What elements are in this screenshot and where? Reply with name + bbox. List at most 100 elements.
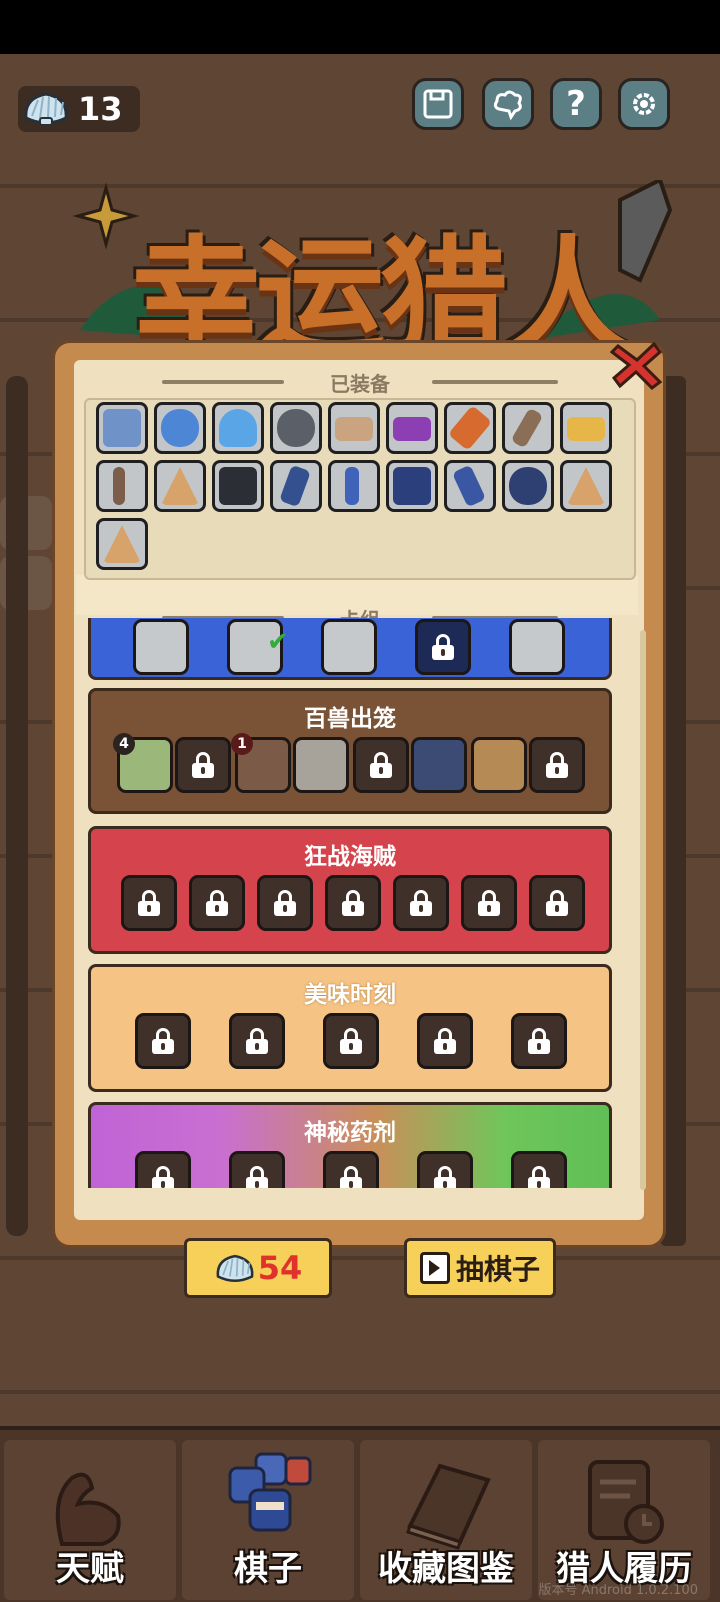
equipped-item[interactable] [154,460,206,512]
equipped-item[interactable] [386,460,438,512]
lock-icon [546,890,568,916]
locked-slot [135,1151,191,1188]
version-watermark: 版本号 Android 1.0.2.100 [538,1583,698,1598]
currency-display: 13 [18,86,140,132]
locked-slot [529,875,585,931]
book-spine [6,376,28,1236]
clipboard-clock-icon [588,1460,664,1544]
nav-history[interactable]: 猎人履历 [538,1440,710,1600]
settings-button[interactable] [618,78,670,130]
lock-icon [370,752,392,778]
question-icon: ? [566,84,586,124]
lock-icon [410,890,432,916]
deck-card[interactable] [293,737,349,793]
locked-slot [511,1151,567,1188]
lock-icon [434,1166,456,1188]
deck-title: 美味时刻 [304,982,396,1008]
community-button[interactable] [482,78,534,130]
lock-icon [152,1166,174,1188]
locked-slot [325,875,381,931]
shell-cost-button[interactable]: 54 [184,1238,332,1298]
lock-icon [528,1028,550,1054]
lock-icon [152,1028,174,1054]
locked-slot [257,875,313,931]
lock-icon [138,890,160,916]
check-icon: ✔ [267,627,289,657]
locked-slot [529,737,585,793]
lock-icon [432,634,454,660]
lock-icon [246,1166,268,1188]
floppy-disk-icon [423,89,453,119]
equipped-item[interactable] [328,402,380,454]
equipped-item[interactable] [560,460,612,512]
equipped-item[interactable] [96,518,148,570]
deck-card[interactable] [509,619,565,675]
lock-icon [434,1028,456,1054]
deck-card[interactable] [471,737,527,793]
lock-icon [274,890,296,916]
currency-amount: 13 [78,90,123,128]
lock-icon [206,890,228,916]
deck-title: 百兽出笼 [304,706,396,732]
equipped-item[interactable] [502,402,554,454]
deck-card[interactable] [133,619,189,675]
deck-beasts[interactable]: 百兽出笼 4 1 [88,688,612,814]
lock-icon [246,1028,268,1054]
equipped-item[interactable] [212,402,264,454]
equipped-item[interactable] [502,460,554,512]
locked-slot [229,1013,285,1069]
lock-icon [546,752,568,778]
locked-slot [417,1151,473,1188]
deck-title: 神秘药剂 [304,1120,396,1146]
deck-list[interactable]: ✔ 百兽出笼 4 1 狂战海贼 美味时刻 神秘药剂 [86,618,636,1188]
equipped-item[interactable] [270,402,322,454]
deck-tasty[interactable]: 美味时刻 [88,964,612,1092]
shell-cost: 54 [257,1249,303,1287]
deck-card[interactable] [411,737,467,793]
lock-icon [340,1028,362,1054]
equipped-item[interactable] [560,402,612,454]
locked-slot [511,1013,567,1069]
shell-icon [24,92,68,126]
equipped-item[interactable] [154,402,206,454]
nav-pieces[interactable]: 棋子 [182,1440,354,1600]
nav-talent[interactable]: 天赋 [4,1440,176,1600]
equipped-item[interactable] [212,460,264,512]
book-icon [406,1463,491,1550]
equipped-grid [84,398,636,580]
deck-potions[interactable]: 神秘药剂 [88,1102,612,1188]
deck-pirates[interactable]: 狂战海贼 [88,826,612,954]
locked-slot [417,1013,473,1069]
equipped-item[interactable] [444,460,496,512]
play-icon [419,1252,450,1284]
draw-label: 抽棋子 [455,1253,540,1286]
ninja-pieces-icon [228,1452,312,1532]
locked-slot [121,875,177,931]
deck-blue[interactable]: ✔ [88,618,612,680]
locked-slot [353,737,409,793]
equipped-item[interactable] [270,460,322,512]
locked-slot [323,1151,379,1188]
locked-slot [393,875,449,931]
locked-slot [323,1013,379,1069]
save-button[interactable] [412,78,464,130]
equipped-item[interactable] [96,402,148,454]
lock-icon [342,890,364,916]
status-bar [0,0,720,54]
help-button[interactable]: ? [550,78,602,130]
equipped-item[interactable] [444,402,496,454]
close-icon[interactable] [610,340,664,390]
nav-label: 收藏图鉴 [378,1549,514,1589]
locked-slot [189,875,245,931]
equipped-item[interactable] [328,460,380,512]
locked-slot [175,737,231,793]
deck-card[interactable] [321,619,377,675]
nav-collection[interactable]: 收藏图鉴 [360,1440,532,1600]
shell-icon [216,1254,254,1283]
scrollbar[interactable] [640,630,646,1190]
draw-button[interactable]: 抽棋子 [404,1238,556,1298]
equipped-item[interactable] [386,402,438,454]
nav-label: 天赋 [56,1549,124,1589]
equipped-item[interactable] [96,460,148,512]
muscle-arm-icon [55,1472,121,1546]
